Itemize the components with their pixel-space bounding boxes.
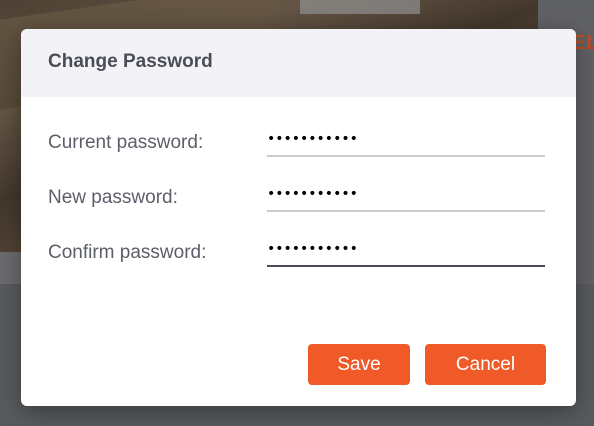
confirm-password-row: Confirm password: [21, 232, 576, 272]
new-password-row: New password: [21, 177, 576, 217]
current-password-label: Current password: [48, 132, 204, 153]
save-button[interactable]: Save [308, 344, 410, 385]
current-password-row: Current password: [21, 122, 576, 162]
confirm-password-label: Confirm password: [48, 242, 207, 263]
current-password-input[interactable] [267, 122, 545, 157]
cancel-button[interactable]: Cancel [425, 344, 546, 385]
dialog-title: Change Password [48, 51, 213, 72]
dialog-header: Change Password [21, 29, 576, 97]
new-password-input[interactable] [267, 177, 545, 212]
change-password-dialog: Change Password Current password: New pa… [21, 29, 576, 406]
confirm-password-input[interactable] [267, 232, 545, 267]
new-password-label: New password: [48, 187, 178, 208]
